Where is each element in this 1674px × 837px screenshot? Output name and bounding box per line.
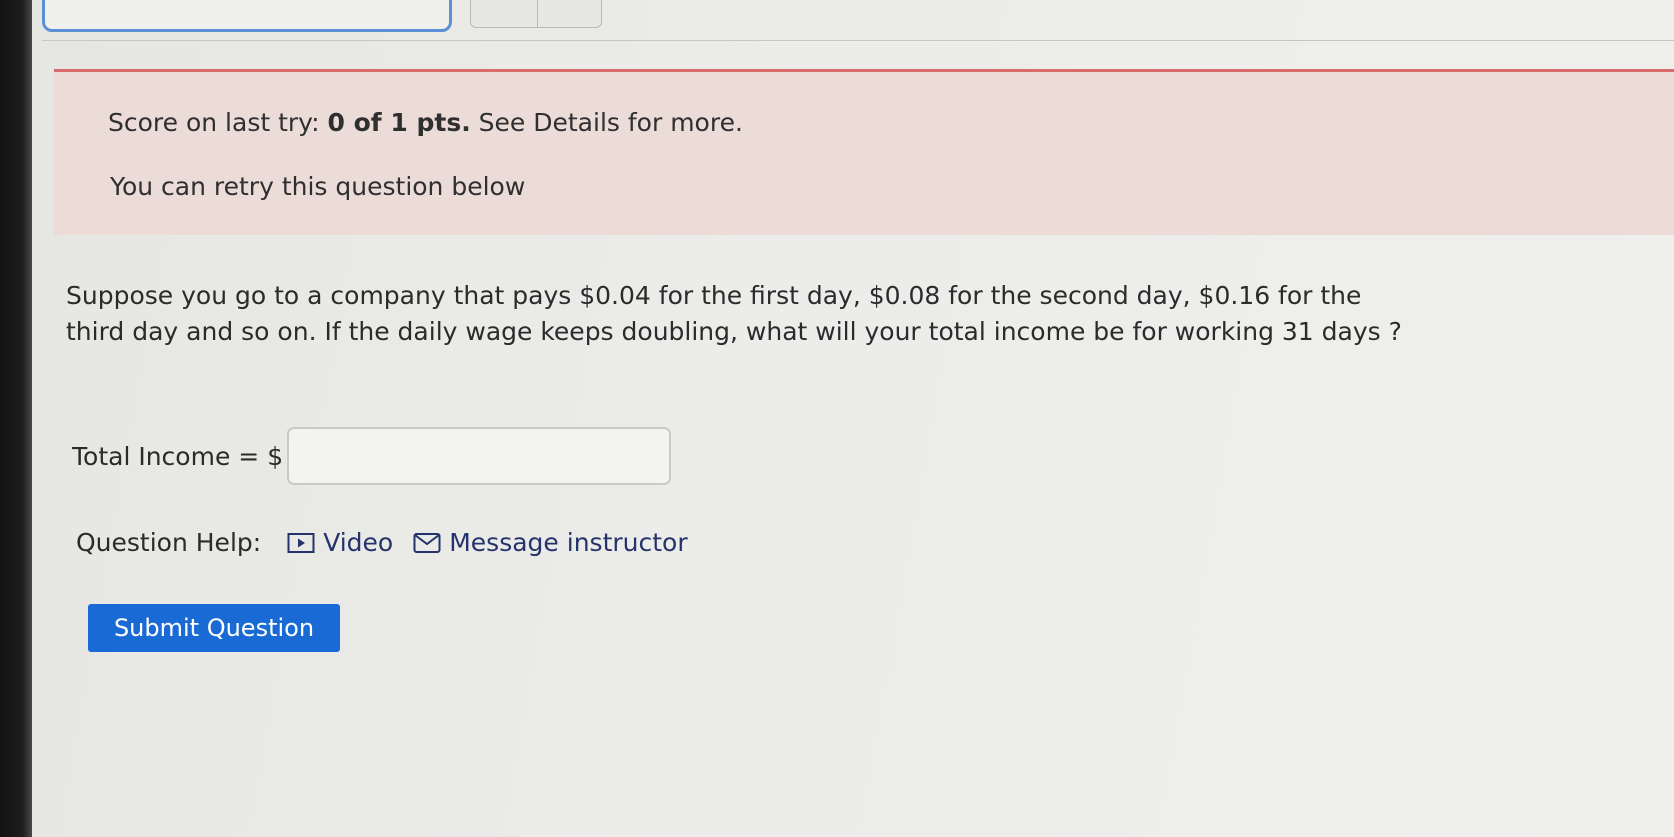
answer-label: Total Income = xyxy=(72,441,260,471)
video-label: Video xyxy=(323,528,394,557)
score-value: 0 of 1 pts. xyxy=(327,108,471,137)
envelope-icon xyxy=(413,532,441,554)
question-tab-selected[interactable] xyxy=(42,0,452,32)
message-instructor-label: Message instructor xyxy=(449,528,688,557)
question-help-label: Question Help: xyxy=(76,528,262,557)
message-instructor-link[interactable]: Message instructor xyxy=(413,528,688,557)
score-suffix: See Details for more. xyxy=(478,108,743,137)
question-help: Question Help: Video Message instructor xyxy=(76,528,708,557)
question-text: Suppose you go to a company that pays $0… xyxy=(66,281,1402,346)
page: Score on last try: 0 of 1 pts. See Detai… xyxy=(32,0,1674,837)
currency-symbol: $ xyxy=(267,441,284,471)
play-video-icon xyxy=(287,532,315,554)
score-line: Score on last try: 0 of 1 pts. See Detai… xyxy=(108,108,743,137)
answer-row: Total Income = $ xyxy=(72,426,672,486)
question-nav-buttons[interactable] xyxy=(470,0,602,28)
video-link[interactable]: Video xyxy=(287,528,393,557)
nav-divider xyxy=(537,0,538,27)
total-income-input[interactable] xyxy=(287,427,672,485)
header-divider xyxy=(42,40,1674,41)
retry-message: You can retry this question below xyxy=(110,172,526,201)
score-prefix: Score on last try: xyxy=(108,108,320,137)
score-notice: Score on last try: 0 of 1 pts. See Detai… xyxy=(54,69,1674,235)
screen-bezel xyxy=(0,0,32,837)
submit-question-button[interactable]: Submit Question xyxy=(88,604,340,652)
